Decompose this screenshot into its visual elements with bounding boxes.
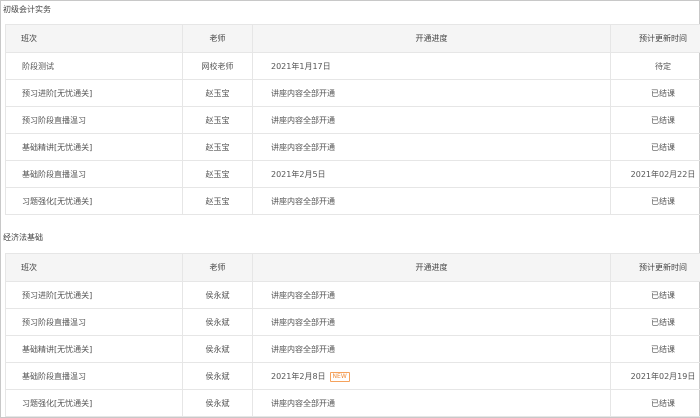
teacher-name: 赵玉宝 (182, 79, 253, 107)
progress-cell: 2021年2月8日 NEW (252, 362, 611, 390)
update-time: 已结课 (610, 389, 700, 417)
progress-text: 讲座内容全部开通 (252, 79, 611, 107)
progress-text: 讲座内容全部开通 (252, 389, 611, 417)
teacher-name: 侯永斌 (182, 335, 253, 363)
class-name: 基础精讲[无忧通关] (5, 335, 183, 363)
header-progress: 开通进度 (252, 253, 611, 282)
progress-text: 2021年2月8日 (271, 371, 326, 381)
update-time: 已结课 (610, 281, 700, 309)
class-name: 基础阶段直播温习 (5, 362, 183, 390)
progress-text: 2021年2月5日 (252, 160, 611, 188)
schedule-panel: 初级会计实务 班次 老师 开通进度 预计更新时间 阶段测试 网校老师 2021年… (0, 0, 700, 418)
class-name: 预习阶段直播温习 (5, 308, 183, 336)
table-row[interactable]: 预习进阶[无忧通关] 侯永斌 讲座内容全部开通 已结课 (5, 281, 700, 309)
class-name: 预习进阶[无忧通关] (5, 281, 183, 309)
teacher-name: 赵玉宝 (182, 106, 253, 134)
progress-text: 讲座内容全部开通 (252, 106, 611, 134)
update-time: 已结课 (610, 79, 700, 107)
table-header-row: 班次 老师 开通进度 预计更新时间 (5, 24, 700, 53)
table-row[interactable]: 预习阶段直播温习 侯永斌 讲座内容全部开通 已结课 (5, 308, 700, 336)
header-name: 班次 (5, 24, 183, 53)
header-teacher: 老师 (182, 24, 253, 53)
header-time: 预计更新时间 (610, 24, 700, 53)
teacher-name: 侯永斌 (182, 281, 253, 309)
progress-text: 讲座内容全部开通 (252, 281, 611, 309)
update-time: 已结课 (610, 335, 700, 363)
teacher-name: 侯永斌 (182, 362, 253, 390)
class-name: 基础阶段直播温习 (5, 160, 183, 188)
section-title-economic-law: 经济法基础 (3, 233, 43, 242)
update-time: 已结课 (610, 308, 700, 336)
teacher-name: 赵玉宝 (182, 133, 253, 161)
teacher-name: 赵玉宝 (182, 160, 253, 188)
header-teacher: 老师 (182, 253, 253, 282)
class-name: 习题强化[无忧通关] (5, 389, 183, 417)
table-header-row: 班次 老师 开通进度 预计更新时间 (5, 253, 700, 282)
table-row[interactable]: 习题强化[无忧通关] 赵玉宝 讲座内容全部开通 已结课 (5, 187, 700, 215)
course-table-economic-law: 班次 老师 开通进度 预计更新时间 预习进阶[无忧通关] 侯永斌 讲座内容全部开… (5, 253, 700, 417)
update-time: 2021年02月19日 (610, 362, 700, 390)
update-time: 已结课 (610, 106, 700, 134)
table-row[interactable]: 基础精讲[无忧通关] 赵玉宝 讲座内容全部开通 已结课 (5, 133, 700, 161)
progress-text: 讲座内容全部开通 (252, 308, 611, 336)
teacher-name: 侯永斌 (182, 308, 253, 336)
table-row[interactable]: 基础阶段直播温习 赵玉宝 2021年2月5日 2021年02月22日 (5, 160, 700, 188)
new-badge: NEW (329, 371, 350, 382)
class-name: 预习进阶[无忧通关] (5, 79, 183, 107)
table-row[interactable]: 习题强化[无忧通关] 侯永斌 讲座内容全部开通 已结课 (5, 389, 700, 417)
teacher-name: 网校老师 (182, 52, 253, 80)
update-time: 已结课 (610, 133, 700, 161)
table-row[interactable]: 阶段测试 网校老师 2021年1月17日 待定 (5, 52, 700, 80)
teacher-name: 赵玉宝 (182, 187, 253, 215)
class-name: 基础精讲[无忧通关] (5, 133, 183, 161)
progress-text: 讲座内容全部开通 (252, 187, 611, 215)
header-time: 预计更新时间 (610, 253, 700, 282)
course-table-accounting: 班次 老师 开通进度 预计更新时间 阶段测试 网校老师 2021年1月17日 待… (5, 24, 700, 215)
table-row[interactable]: 预习进阶[无忧通关] 赵玉宝 讲座内容全部开通 已结课 (5, 79, 700, 107)
update-time: 已结课 (610, 187, 700, 215)
table-row[interactable]: 基础阶段直播温习 侯永斌 2021年2月8日 NEW 2021年02月19日 (5, 362, 700, 390)
update-time: 待定 (610, 52, 700, 80)
progress-text: 2021年1月17日 (252, 52, 611, 80)
header-name: 班次 (5, 253, 183, 282)
teacher-name: 侯永斌 (182, 389, 253, 417)
class-name: 习题强化[无忧通关] (5, 187, 183, 215)
table-row[interactable]: 预习阶段直播温习 赵玉宝 讲座内容全部开通 已结课 (5, 106, 700, 134)
progress-text: 讲座内容全部开通 (252, 133, 611, 161)
section-title-accounting: 初级会计实务 (3, 5, 51, 14)
progress-text: 讲座内容全部开通 (252, 335, 611, 363)
class-name: 阶段测试 (5, 52, 183, 80)
header-progress: 开通进度 (252, 24, 611, 53)
table-row[interactable]: 基础精讲[无忧通关] 侯永斌 讲座内容全部开通 已结课 (5, 335, 700, 363)
update-time: 2021年02月22日 (610, 160, 700, 188)
class-name: 预习阶段直播温习 (5, 106, 183, 134)
